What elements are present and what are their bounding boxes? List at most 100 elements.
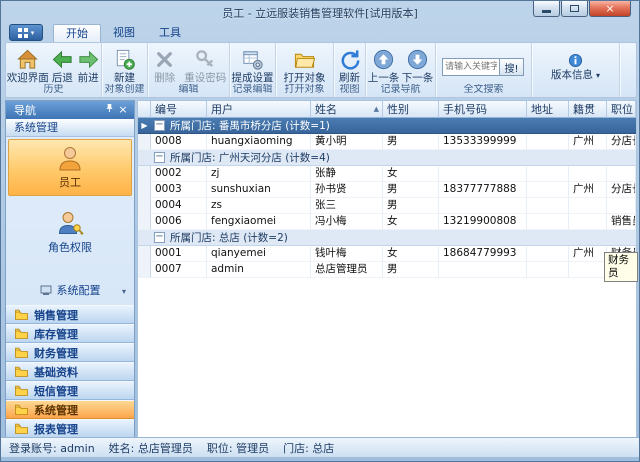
- version-info-button[interactable]: 版本信息 ▾: [546, 53, 605, 81]
- nav-close-icon[interactable]: ×: [116, 103, 130, 117]
- close-button[interactable]: ×: [589, 1, 631, 17]
- search-input[interactable]: [442, 58, 500, 76]
- ribbon: 欢迎界面 后退 前进 历史 新建 对象创建: [5, 42, 637, 98]
- nav-item-label-config: 系统配置: [57, 282, 101, 298]
- version-dropdown-icon: ▾: [596, 71, 600, 80]
- commission-settings-label: 提成设置: [232, 73, 274, 84]
- group-row[interactable]: −所属门店: 广州天河分店 (计数=4): [138, 150, 636, 166]
- data-row[interactable]: 0007admin总店管理员男管理员: [138, 262, 636, 278]
- grid-header-row: 编号用户姓名▲性别手机号码 地址籍贯职位: [138, 101, 636, 118]
- nav-item-role-permission[interactable]: 角色权限: [8, 204, 132, 261]
- data-row[interactable]: 0004zs张三男: [138, 198, 636, 214]
- cell: 男: [383, 182, 439, 198]
- prev-record-button[interactable]: 上一条: [367, 45, 401, 84]
- column-header[interactable]: 姓名▲: [311, 101, 383, 118]
- window-title: 员工 - 立远服装销售管理软件[试用版本]: [111, 5, 529, 21]
- pin-icon[interactable]: [102, 103, 116, 117]
- cell: [569, 262, 607, 278]
- ribbon-group-create: 新建 对象创建: [102, 43, 148, 97]
- new-button[interactable]: 新建: [103, 45, 147, 84]
- cell: 分店长: [607, 182, 636, 198]
- welcome-button[interactable]: 欢迎界面: [6, 45, 50, 84]
- maximize-button[interactable]: [561, 1, 588, 17]
- scroll-down-icon[interactable]: ▾: [122, 287, 126, 296]
- back-button[interactable]: 后退: [50, 45, 76, 84]
- nav-group-button[interactable]: 短信管理: [6, 381, 134, 400]
- group-row[interactable]: −所属门店: 总店 (计数=2): [138, 230, 636, 246]
- row-indicator-cell: [138, 262, 151, 278]
- arrow-up-circle-icon: [372, 48, 395, 71]
- data-row[interactable]: 0006fengxiaomei冯小梅女13219900808销售员: [138, 214, 636, 230]
- cell: 男: [383, 262, 439, 278]
- cell: [569, 214, 607, 230]
- folder-icon: [15, 309, 28, 320]
- ribbon-group-view: 刷新 视图: [334, 43, 366, 97]
- ribbon-group-label-search: 全文搜索: [436, 84, 531, 97]
- refresh-button[interactable]: 刷新: [335, 45, 365, 84]
- ribbon-group-search: 搜! 全文搜索: [436, 43, 532, 97]
- column-header-label: 手机号码: [443, 101, 487, 117]
- folder-open-icon: [293, 48, 316, 71]
- open-object-button[interactable]: 打开对象: [277, 45, 333, 84]
- data-row[interactable]: 0001qianyemei钱叶梅女18684779993广州财务员: [138, 246, 636, 262]
- collapse-group-icon[interactable]: −: [154, 152, 165, 163]
- cell: 女: [383, 214, 439, 230]
- column-header[interactable]: 籍贯: [569, 101, 607, 118]
- group-row[interactable]: ▶−所属门店: 番禺市桥分店 (计数=1): [138, 118, 636, 134]
- cell: 13219900808: [439, 214, 527, 230]
- cell: 男: [383, 198, 439, 214]
- tab-start[interactable]: 开始: [53, 24, 101, 42]
- nav-group-button[interactable]: 销售管理: [6, 305, 134, 324]
- status-store: 门店: 总店: [283, 440, 334, 456]
- column-header[interactable]: 职位: [607, 101, 636, 118]
- back-arrow-icon: [51, 48, 74, 71]
- folder-icon: [15, 347, 28, 358]
- nav-item-label-roles: 角色权限: [48, 239, 92, 255]
- cell: zj: [207, 166, 311, 182]
- row-indicator-cell: [138, 214, 151, 230]
- forward-button[interactable]: 前进: [75, 45, 101, 84]
- nav-group-button[interactable]: 基础资料: [6, 362, 134, 381]
- nav-group-button[interactable]: 财务管理: [6, 343, 134, 362]
- column-header[interactable]: 地址: [527, 101, 569, 118]
- collapse-group-icon[interactable]: −: [154, 120, 165, 131]
- reset-password-button[interactable]: 重设密码: [182, 45, 229, 84]
- cell: 女: [383, 166, 439, 182]
- nav-group-button[interactable]: 报表管理: [6, 419, 134, 438]
- column-header[interactable]: 用户: [207, 101, 311, 118]
- next-record-button[interactable]: 下一条: [401, 45, 435, 84]
- collapse-group-icon[interactable]: −: [154, 232, 165, 243]
- column-header-label: 地址: [531, 101, 553, 117]
- nav-group-button[interactable]: 系统管理: [6, 400, 134, 419]
- column-header[interactable]: 编号: [151, 101, 207, 118]
- cell: [527, 166, 569, 182]
- ribbon-group-label-create: 对象创建: [102, 84, 147, 97]
- cell: 0007: [151, 262, 207, 278]
- ribbon-group-history: 欢迎界面 后退 前进 历史: [6, 43, 102, 97]
- data-row[interactable]: 0008huangxiaoming黄小明男13533399999广州分店长: [138, 134, 636, 150]
- nav-item-system-config[interactable]: 系统配置 ▾: [10, 279, 130, 301]
- nav-item-label-employee: 员工: [59, 174, 81, 190]
- data-row[interactable]: 0002zj张静女: [138, 166, 636, 182]
- data-row[interactable]: 0003sunshuxian孙书贤男18377777888广州分店长: [138, 182, 636, 198]
- tab-view[interactable]: 视图: [101, 24, 147, 42]
- column-header[interactable]: 手机号码: [439, 101, 527, 118]
- nav-group-label: 报表管理: [34, 421, 78, 437]
- delete-button[interactable]: 删除: [148, 45, 182, 84]
- nav-group-button[interactable]: 库存管理: [6, 324, 134, 343]
- cell: [527, 262, 569, 278]
- search-button[interactable]: 搜!: [500, 58, 524, 76]
- column-header[interactable]: 性别: [383, 101, 439, 118]
- cell: 广州: [569, 182, 607, 198]
- delete-x-icon: [153, 48, 176, 71]
- app-menu-button[interactable]: ▾: [9, 24, 43, 41]
- status-login-account: 登录账号: admin: [9, 440, 95, 456]
- next-record-label: 下一条: [402, 73, 434, 84]
- commission-settings-button[interactable]: 提成设置: [231, 45, 275, 84]
- tab-tools[interactable]: 工具: [147, 24, 193, 42]
- nav-item-employee[interactable]: 员工: [8, 139, 132, 196]
- ribbon-group-label-history: 历史: [6, 84, 101, 97]
- folder-icon: [15, 423, 28, 434]
- minimize-button[interactable]: [533, 1, 560, 17]
- refresh-label: 刷新: [339, 73, 360, 84]
